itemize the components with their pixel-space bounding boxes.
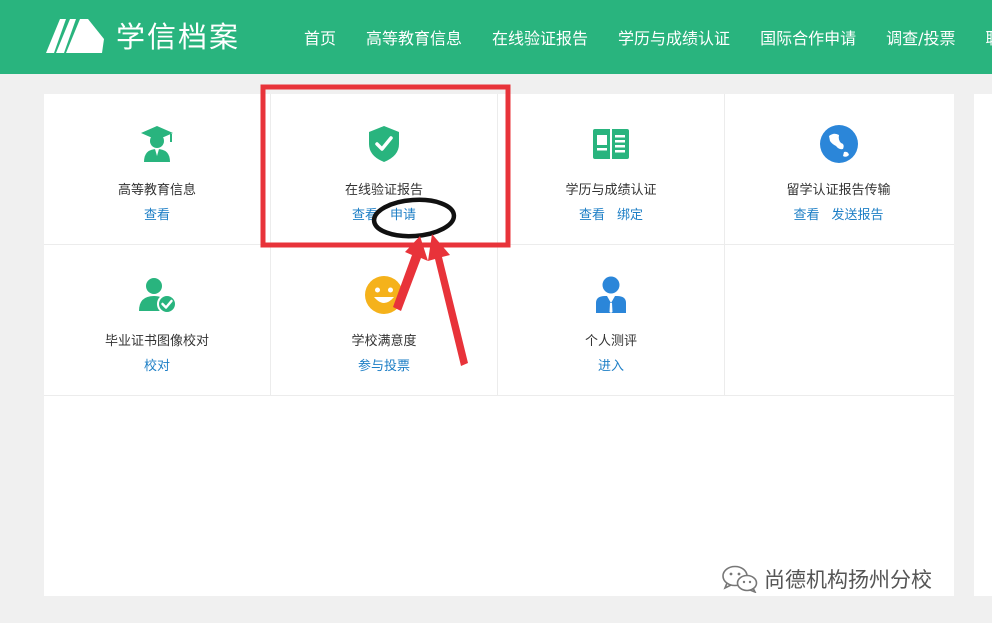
nav-higher-education[interactable]: 高等教育信息 (366, 25, 462, 49)
nav-survey-vote[interactable]: 调查/投票 (886, 25, 955, 49)
person-suit-icon (596, 276, 626, 313)
services-row: 高等教育信息 查看 在线验证报告 查看 申请 学历与成绩认证 查看 绑定 留学认… (44, 94, 954, 245)
card-personal-assessment: 个人测评 进入 (498, 245, 725, 395)
vote-link[interactable]: 参与投票 (358, 359, 410, 374)
nav-home[interactable]: 首页 (304, 25, 336, 49)
globe-icon (819, 125, 858, 163)
card-links: 查看 发送报告 (725, 204, 952, 223)
enter-link[interactable]: 进入 (598, 359, 624, 374)
nav-online-verification[interactable]: 在线验证报告 (492, 25, 588, 49)
card-school-satisfaction: 学校满意度 参与投票 (271, 245, 498, 395)
services-row: 毕业证书图像校对 校对 学校满意度 参与投票 个人测评 进入 (44, 245, 954, 396)
watermark: 尚德机构扬州分校 (722, 564, 932, 594)
right-side-panel (974, 94, 992, 596)
send-report-link[interactable]: 发送报告 (832, 208, 884, 223)
services-grid: 高等教育信息 查看 在线验证报告 查看 申请 学历与成绩认证 查看 绑定 留学认… (44, 94, 954, 396)
card-title: 高等教育信息 (117, 183, 196, 198)
logo[interactable]: 学信档案 (44, 14, 240, 56)
logo-text: 学信档案 (116, 20, 241, 54)
view-link[interactable]: 查看 (352, 208, 378, 223)
user-check-icon (139, 278, 177, 314)
card-links: 进入 (498, 355, 724, 374)
card-title: 在线验证报告 (344, 183, 423, 198)
graduate-icon (141, 126, 173, 162)
smiley-icon (365, 276, 403, 314)
main-nav: 首页 高等教育信息 在线验证报告 学历与成绩认证 国际合作申请 调查/投票 联 (304, 0, 992, 74)
card-higher-education: 高等教育信息 查看 (44, 94, 271, 244)
card-title: 学历与成绩认证 (565, 183, 657, 198)
wechat-icon (722, 565, 758, 593)
apply-link[interactable]: 申请 (390, 208, 416, 223)
view-link[interactable]: 查看 (579, 208, 605, 223)
logo-book-icon (46, 19, 104, 53)
services-panel: 高等教育信息 查看 在线验证报告 查看 申请 学历与成绩认证 查看 绑定 留学认… (44, 94, 954, 596)
card-title: 留学认证报告传输 (786, 183, 891, 198)
card-links: 校对 (44, 355, 270, 374)
card-online-verification: 在线验证报告 查看 申请 (271, 94, 498, 244)
card-links: 查看 绑定 (498, 204, 724, 223)
shield-check-icon (369, 126, 399, 162)
book-icon (593, 129, 629, 159)
card-title: 毕业证书图像校对 (104, 334, 209, 349)
watermark-text: 尚德机构扬州分校 (764, 568, 932, 592)
proofread-link[interactable]: 校对 (144, 359, 170, 374)
card-links: 查看 (44, 204, 270, 223)
card-certificate-proofread: 毕业证书图像校对 校对 (44, 245, 271, 395)
nav-degree-certification[interactable]: 学历与成绩认证 (618, 25, 730, 49)
bind-link[interactable]: 绑定 (617, 208, 643, 223)
nav-contact-truncated[interactable]: 联 (985, 25, 992, 49)
card-links: 查看 申请 (271, 204, 497, 223)
card-title: 学校满意度 (351, 334, 417, 349)
view-link[interactable]: 查看 (144, 208, 170, 223)
nav-international-cooperation[interactable]: 国际合作申请 (760, 25, 856, 49)
card-links: 参与投票 (271, 355, 497, 374)
card-title: 个人测评 (584, 334, 637, 349)
card-overseas-report-transfer: 留学认证报告传输 查看 发送报告 (725, 94, 952, 244)
top-navbar: 学信档案 首页 高等教育信息 在线验证报告 学历与成绩认证 国际合作申请 调查/… (0, 0, 992, 74)
card-empty (725, 245, 952, 395)
card-degree-certification: 学历与成绩认证 查看 绑定 (498, 94, 725, 244)
view-link[interactable]: 查看 (793, 208, 819, 223)
